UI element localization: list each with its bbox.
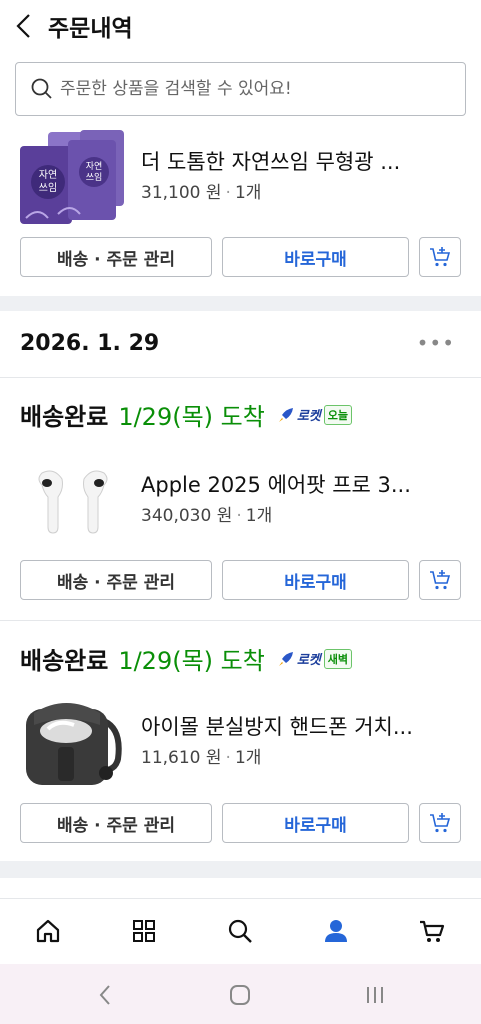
product-price: 11,610 원 xyxy=(141,748,222,768)
manage-order-button[interactable]: 배송 · 주문 관리 xyxy=(20,803,212,843)
add-to-cart-button[interactable] xyxy=(419,803,461,843)
separator-dot: · xyxy=(225,748,231,768)
order-item[interactable]: Apple 2025 에어팟 프로 3... 340,030 원 · 1개 xyxy=(0,449,481,549)
separator-dot: · xyxy=(225,183,231,203)
product-qty: 1개 xyxy=(234,748,262,768)
system-back-button[interactable] xyxy=(90,982,120,1008)
product-price-qty: 31,100 원 · 1개 xyxy=(141,178,261,203)
delivery-status: 배송완료 xyxy=(20,647,109,675)
cart-plus-icon xyxy=(430,813,451,833)
system-recents-icon xyxy=(367,987,383,1003)
add-to-cart-button[interactable] xyxy=(419,560,461,600)
rocket-tag: 새벽 xyxy=(323,648,352,669)
thumb-label: 쓰임 xyxy=(86,171,103,183)
page-title: 주문내역 xyxy=(48,16,133,42)
delivery-status-line: 배송완료 1/29(목) 도착 로켓 오늘 xyxy=(20,397,352,432)
product-qty: 1개 xyxy=(245,506,273,526)
arrival-date: 1/29(목) 도착 xyxy=(118,403,265,431)
product-thumbnail xyxy=(38,470,108,534)
product-thumbnail: 자연 쓰임 자연 쓰임 xyxy=(20,130,124,224)
delivery-status-line: 배송완료 1/29(목) 도착 로켓 새벽 xyxy=(20,641,352,676)
system-home-icon xyxy=(230,985,250,1005)
product-name: 아이몰 분실방지 핸드폰 거치... xyxy=(141,715,413,739)
nav-category[interactable] xyxy=(124,913,164,949)
order-item[interactable]: 아이몰 분실방지 핸드폰 거치... 11,610 원 · 1개 xyxy=(0,689,481,789)
product-price: 31,100 원 xyxy=(141,183,222,203)
product-thumbnail xyxy=(26,703,122,785)
rocket-badge: 로켓 오늘 xyxy=(277,404,352,425)
nav-my[interactable] xyxy=(316,913,356,949)
rocket-label: 로켓 xyxy=(296,653,321,668)
order-item[interactable]: 자연 쓰임 자연 쓰임 더 도톰한 자연쓰임 무형광 ... 31,100 원 ·… xyxy=(0,124,481,224)
order-actions: 배송 · 주문 관리 바로구매 xyxy=(0,560,481,602)
order-group-card: 2026. 1. 29 ••• 배송완료 1/29(목) 도착 로켓 오늘 Ap… xyxy=(0,311,481,861)
system-nav-bar xyxy=(0,964,481,1024)
nav-cart[interactable] xyxy=(412,913,452,949)
manage-order-button[interactable]: 배송 · 주문 관리 xyxy=(20,560,212,600)
cart-plus-icon xyxy=(430,570,451,590)
delivery-status: 배송완료 xyxy=(20,403,109,431)
nav-search[interactable] xyxy=(220,913,260,949)
search-input[interactable] xyxy=(60,79,440,99)
product-price-qty: 11,610 원 · 1개 xyxy=(141,743,261,768)
thumb-label: 자연 xyxy=(39,169,57,181)
product-price: 340,030 원 xyxy=(141,506,233,526)
buy-again-button[interactable]: 바로구매 xyxy=(222,803,409,843)
system-back-icon xyxy=(99,985,110,1005)
divider xyxy=(0,620,481,621)
rocket-icon xyxy=(278,651,293,666)
back-button[interactable] xyxy=(0,4,48,48)
home-icon xyxy=(36,919,60,943)
rocket-icon xyxy=(278,407,293,422)
product-name: Apple 2025 에어팟 프로 3... xyxy=(141,473,411,497)
category-icon xyxy=(133,920,155,942)
cart-plus-icon xyxy=(430,247,451,267)
product-price-qty: 340,030 원 · 1개 xyxy=(141,501,272,526)
rocket-badge: 로켓 새벽 xyxy=(277,648,352,669)
order-date: 2026. 1. 29 xyxy=(20,331,160,356)
search-section xyxy=(0,52,481,124)
search-box[interactable] xyxy=(15,62,466,116)
my-icon xyxy=(325,920,347,942)
rocket-label: 로켓 xyxy=(296,409,321,424)
add-to-cart-button[interactable] xyxy=(419,237,461,277)
product-qty: 1개 xyxy=(234,183,262,203)
order-card: 자연 쓰임 자연 쓰임 더 도톰한 자연쓰임 무형광 ... 31,100 원 ·… xyxy=(0,124,481,296)
thumb-label: 자연 xyxy=(86,161,103,172)
more-options-icon[interactable]: ••• xyxy=(417,331,455,355)
system-recents-button[interactable] xyxy=(360,982,390,1008)
order-actions: 배송 · 주문 관리 바로구매 xyxy=(0,803,481,845)
next-order-card xyxy=(0,878,481,898)
divider xyxy=(0,377,481,378)
system-home-button[interactable] xyxy=(225,982,255,1008)
order-actions: 배송 · 주문 관리 바로구매 xyxy=(0,237,481,279)
nav-home[interactable] xyxy=(28,913,68,949)
buy-again-button[interactable]: 바로구매 xyxy=(222,560,409,600)
back-arrow-icon xyxy=(16,14,30,38)
app-header: 주문내역 xyxy=(0,0,481,52)
product-name: 더 도톰한 자연쓰임 무형광 ... xyxy=(141,150,401,174)
buy-again-button[interactable]: 바로구매 xyxy=(222,237,409,277)
search-icon xyxy=(228,919,252,943)
manage-order-button[interactable]: 배송 · 주문 관리 xyxy=(20,237,212,277)
search-icon xyxy=(31,78,52,99)
separator-dot: · xyxy=(236,506,242,526)
thumb-label: 쓰임 xyxy=(39,181,57,194)
bottom-nav xyxy=(0,898,481,964)
rocket-tag: 오늘 xyxy=(323,404,352,425)
cart-icon xyxy=(420,920,445,942)
arrival-date: 1/29(목) 도착 xyxy=(118,647,265,675)
